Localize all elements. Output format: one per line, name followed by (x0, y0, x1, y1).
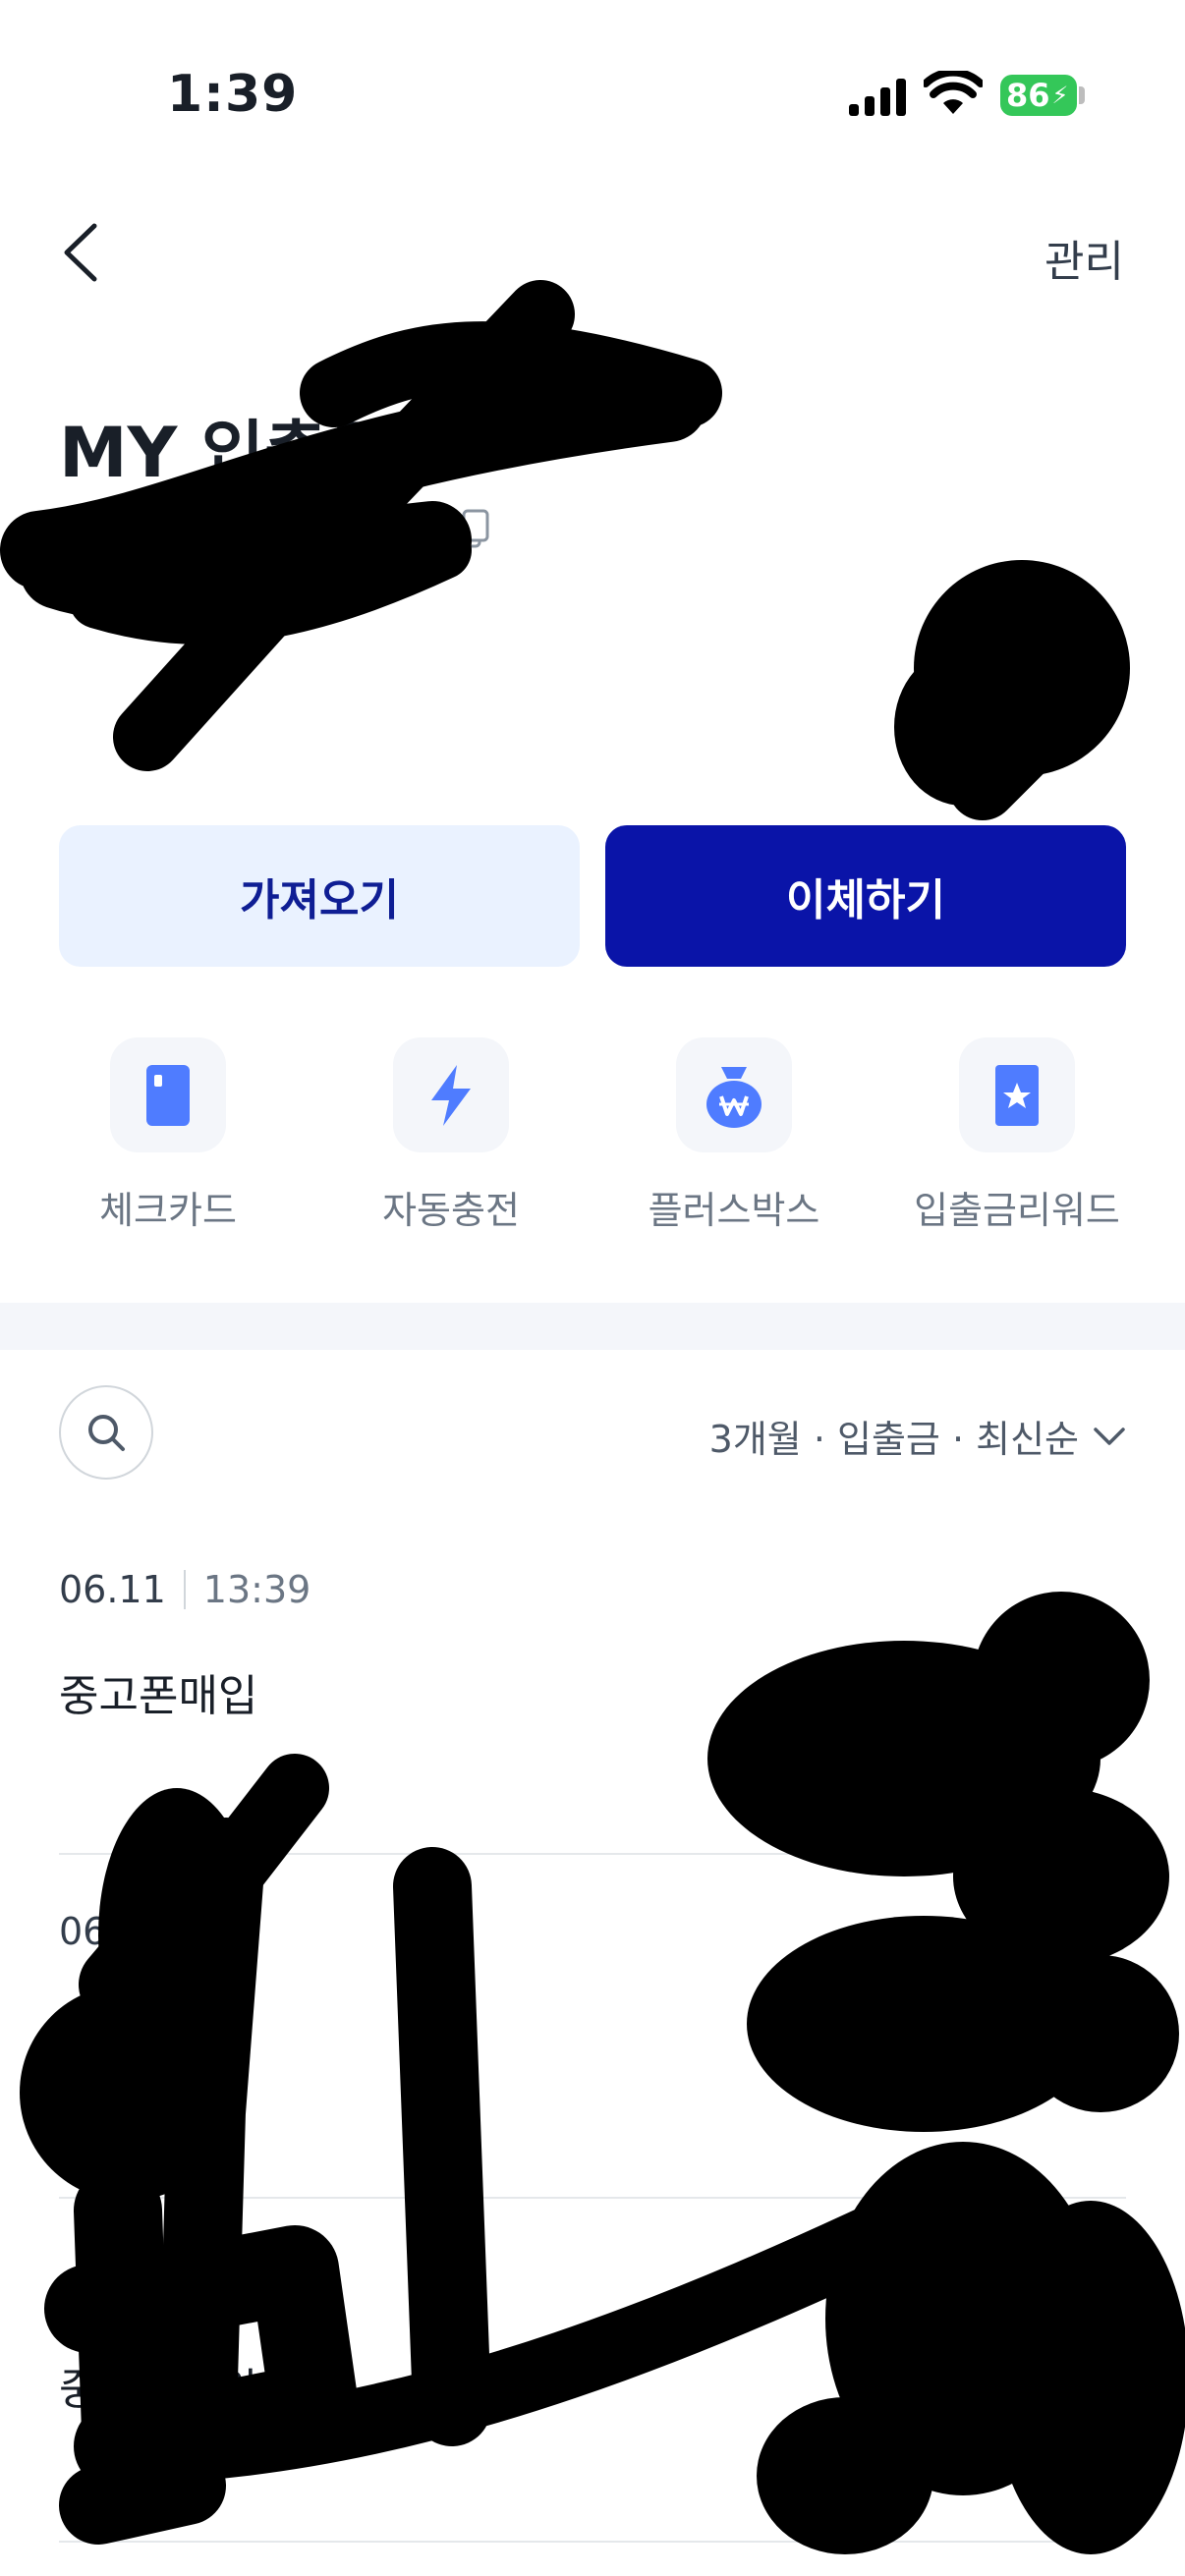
action-buttons: 가져오기 이체하기 (59, 825, 1126, 967)
transfer-button[interactable]: 이체하기 (605, 825, 1126, 967)
chevron-down-icon (1094, 1427, 1125, 1445)
quick-item-check-card[interactable]: 체크카드 (35, 1037, 301, 1234)
battery-level: 86 (1006, 77, 1050, 114)
quick-label: 체크카드 (99, 1189, 237, 1232)
quick-item-auto-charge[interactable]: 자동충전 (318, 1037, 584, 1234)
battery-icon: 86 ⚡ (1000, 75, 1077, 116)
bring-button[interactable]: 가져오기 (59, 825, 580, 967)
search-icon (88, 1415, 125, 1451)
wifi-icon (924, 71, 983, 114)
star-badge-icon (995, 1064, 1039, 1126)
status-time: 1:39 (167, 65, 299, 124)
search-button[interactable] (59, 1385, 153, 1480)
battery-cap (1079, 86, 1085, 104)
quick-icon-wrap (959, 1037, 1075, 1152)
quick-menu: 체크카드 자동충전 플러스박스 입출금리워드 (35, 1037, 1150, 1234)
filter-dropdown[interactable]: 3개월 · 입출금 · 최신순 (709, 1409, 1126, 1463)
quick-icon-wrap (393, 1037, 509, 1152)
redaction-scribble-top (0, 280, 1130, 820)
quick-label: 자동충전 (382, 1189, 520, 1232)
cellular-signal-icon (849, 79, 906, 116)
quick-icon-wrap (676, 1037, 792, 1152)
redaction-scribble-bottom (20, 1592, 1185, 2554)
quick-item-reward[interactable]: 입출금리워드 (884, 1037, 1150, 1234)
lightning-icon (431, 1064, 471, 1126)
filter-label: 3개월 · 입출금 · 최신순 (708, 1418, 1079, 1461)
quick-label: 플러스박스 (648, 1189, 820, 1232)
quick-item-plus-box[interactable]: 플러스박스 (601, 1037, 867, 1234)
money-bag-icon (706, 1066, 762, 1128)
section-divider (0, 1303, 1185, 1350)
quick-icon-wrap (110, 1037, 226, 1152)
card-icon (146, 1064, 190, 1126)
status-bar: 1:39 86 ⚡ (0, 0, 1185, 196)
quick-label: 입출금리워드 (914, 1189, 1120, 1232)
